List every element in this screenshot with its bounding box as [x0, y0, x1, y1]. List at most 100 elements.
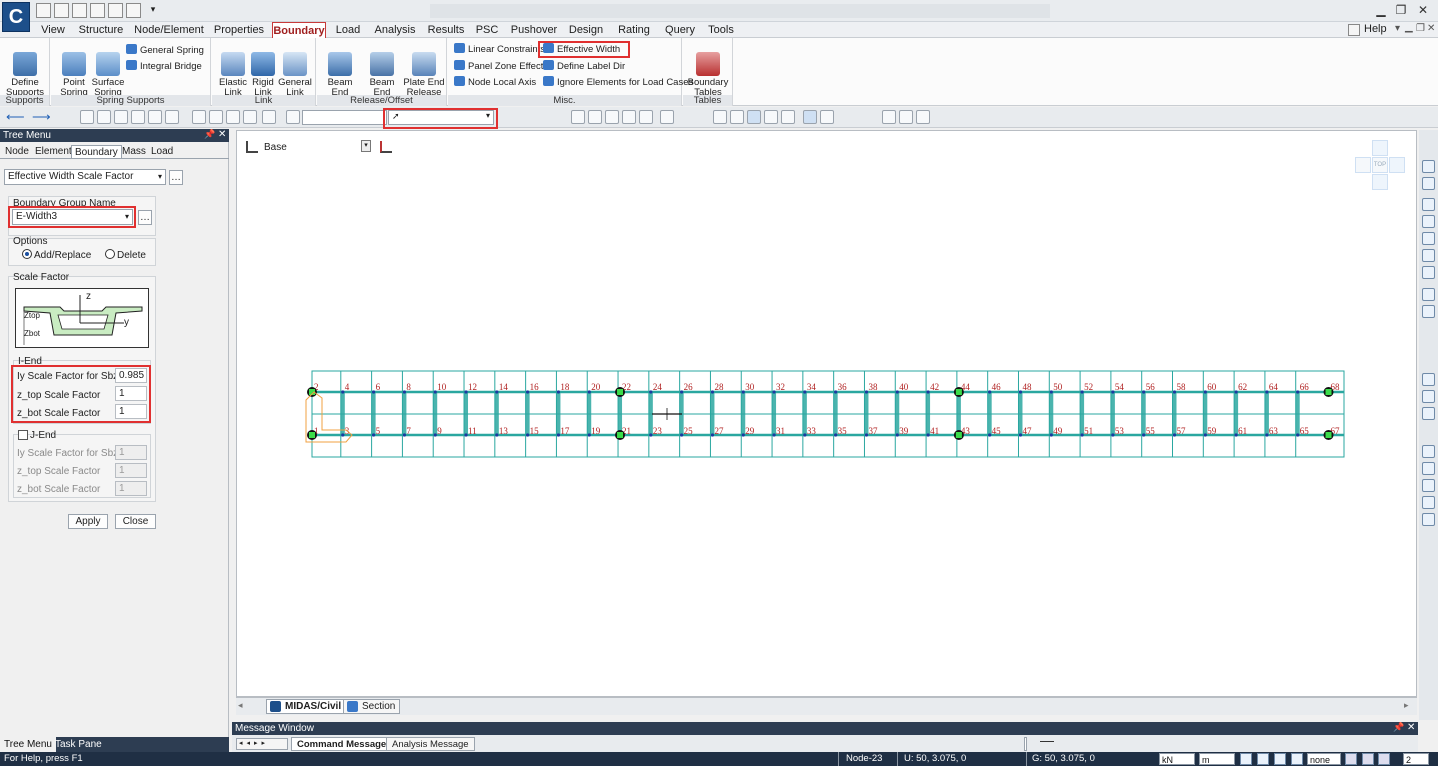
tab-analysis-message[interactable]: Analysis Message — [386, 737, 475, 751]
save-as-icon[interactable] — [90, 3, 105, 18]
jend-zbot-input[interactable]: 1 — [115, 481, 147, 496]
toolbar-display-2-icon[interactable] — [730, 110, 744, 124]
app-logo[interactable]: C — [2, 2, 30, 32]
toolbar-misc-3-icon[interactable] — [916, 110, 930, 124]
save-icon[interactable] — [72, 3, 87, 18]
zoom-all-icon[interactable] — [1422, 513, 1435, 526]
define-label-dir-button[interactable]: Define Label Dir — [543, 60, 625, 74]
toolbar-activate-icon[interactable] — [262, 110, 276, 124]
function-more-button[interactable]: … — [169, 170, 183, 185]
toolbar-unselect-icon[interactable] — [192, 110, 206, 124]
snap-line-icon[interactable] — [1274, 753, 1286, 765]
node-local-axis-button[interactable]: Node Local Axis — [454, 76, 536, 90]
restore-icon[interactable]: ❐ — [1392, 2, 1410, 20]
right-tool-7-icon[interactable] — [1422, 266, 1435, 279]
menu-tab-results[interactable]: Results — [424, 22, 468, 38]
zoom-window-icon[interactable] — [1422, 445, 1435, 458]
status-tool-2-icon[interactable] — [1362, 753, 1374, 765]
redo-icon[interactable]: ⟶ — [32, 109, 51, 125]
scroll-right-icon[interactable]: ▸ — [1404, 700, 1409, 711]
message-pin-icon[interactable]: 📌 — [1393, 722, 1404, 733]
apply-button[interactable]: Apply — [68, 514, 108, 529]
snap-axis-icon[interactable] — [1291, 753, 1303, 765]
rotate-tool-icon[interactable] — [1422, 390, 1435, 403]
toolbar-view-1-icon[interactable] — [571, 110, 585, 124]
right-tool-8-icon[interactable] — [1422, 288, 1435, 301]
toolbar-select-all-icon[interactable] — [243, 110, 257, 124]
new-file-icon[interactable] — [36, 3, 51, 18]
menu-tab-structure[interactable]: Structure — [78, 22, 124, 38]
right-tool-9-icon[interactable] — [1422, 305, 1435, 318]
right-tool-1-icon[interactable] — [1422, 160, 1435, 173]
menu-tab-boundary[interactable]: Boundary — [272, 22, 326, 38]
right-tool-5-icon[interactable] — [1422, 232, 1435, 245]
iend-ztop-input[interactable]: 1 — [115, 386, 147, 401]
settings-icon[interactable] — [1348, 24, 1360, 36]
integral-bridge-button[interactable]: Integral Bridge — [126, 60, 202, 74]
menu-tab-pushover[interactable]: Pushover — [510, 22, 558, 38]
canvas-tab-midas-civil[interactable]: MIDAS/Civil — [266, 699, 347, 714]
jend-iy-input[interactable]: 1 — [115, 445, 147, 460]
pin-icon[interactable]: 📌 — [204, 129, 215, 140]
menu-tab-view[interactable]: View — [38, 22, 68, 38]
effective-width-button[interactable]: Effective Width — [538, 41, 631, 58]
toolbar-view-5-icon[interactable] — [639, 110, 653, 124]
canvas-tab-section[interactable]: Section — [343, 699, 401, 714]
plate-end-release-button[interactable]: Plate End Release — [403, 42, 445, 98]
menu-tab-psc[interactable]: PSC — [474, 22, 500, 38]
toolbar-pointer-icon[interactable] — [286, 110, 300, 124]
tab-task-pane[interactable]: Task Pane — [51, 737, 106, 752]
snap-node-icon[interactable] — [1240, 753, 1252, 765]
tab-load[interactable]: Load — [148, 145, 176, 158]
bridge-deck-mesh[interactable]: 2143658710912111413161518172019222124232… — [236, 130, 1417, 697]
tab-mass[interactable]: Mass — [119, 145, 149, 158]
group-more-button[interactable]: … — [138, 210, 152, 225]
toolbar-identity-icon[interactable] — [226, 110, 240, 124]
toolbar-display-1-icon[interactable] — [713, 110, 727, 124]
close-button[interactable]: Close — [115, 514, 156, 529]
toolbar-view-2-icon[interactable] — [588, 110, 602, 124]
toolbar-view-6-icon[interactable] — [660, 110, 674, 124]
surface-spring-button[interactable]: Surface Spring — [87, 42, 129, 98]
general-spring-button[interactable]: General Spring — [126, 44, 204, 58]
page-number-field[interactable]: 2 — [1403, 753, 1429, 765]
tab-element[interactable]: Element — [32, 145, 75, 158]
linear-constraints-button[interactable]: Linear Constraints — [454, 43, 545, 57]
status-tool-1-icon[interactable] — [1345, 753, 1357, 765]
function-select[interactable]: Effective Width Scale Factor ▾ — [4, 169, 166, 185]
menu-tab-tools[interactable]: Tools — [704, 22, 738, 38]
tab-command-message[interactable]: Command Message — [291, 737, 393, 751]
pan-tool-icon[interactable] — [1422, 407, 1435, 420]
right-tool-6-icon[interactable] — [1422, 249, 1435, 262]
minimize-icon[interactable]: ▁ — [1372, 2, 1390, 20]
length-unit-select[interactable]: m — [1199, 753, 1235, 765]
zoom-plus-icon[interactable] — [1422, 479, 1435, 492]
toolbar-display-5-icon[interactable] — [781, 110, 795, 124]
toolbar-combo-1[interactable] — [302, 110, 387, 125]
toolbar-display-4-icon[interactable] — [764, 110, 778, 124]
ribbon-restore-icon[interactable]: ❐ — [1416, 23, 1425, 34]
menu-tab-design[interactable]: Design — [566, 22, 606, 38]
menu-tab-query[interactable]: Query — [662, 22, 698, 38]
menu-tab-load[interactable]: Load — [332, 22, 364, 38]
tab-node[interactable]: Node — [2, 145, 32, 158]
ribbon-min-icon[interactable]: ▁ — [1405, 22, 1413, 33]
zoom-minus-icon[interactable] — [1422, 496, 1435, 509]
toolbar-plane-icon[interactable] — [148, 110, 162, 124]
toolbar-previous-icon[interactable] — [209, 110, 223, 124]
iend-zbot-input[interactable]: 1 — [115, 404, 147, 419]
none-select[interactable]: none — [1307, 753, 1341, 765]
delete-radio[interactable] — [105, 249, 115, 259]
general-link-button[interactable]: General Link — [274, 42, 316, 98]
toolbar-combo-2[interactable]: ➚ ▾ — [388, 110, 494, 125]
open-file-icon[interactable] — [54, 3, 69, 18]
scroll-left-icon[interactable]: ◂ — [238, 700, 243, 711]
menu-tab-analysis[interactable]: Analysis — [372, 22, 418, 38]
ribbon-close-icon[interactable]: ✕ — [1427, 23, 1435, 34]
toolbar-misc-2-icon[interactable] — [899, 110, 913, 124]
message-nav-arrows[interactable]: ◂◂▸▸ — [236, 738, 288, 750]
status-tool-3-icon[interactable] — [1378, 753, 1390, 765]
undo-icon[interactable]: ⟵ — [6, 109, 25, 125]
toolbar-node-number-icon[interactable] — [803, 110, 817, 124]
add-replace-radio[interactable] — [22, 249, 32, 259]
